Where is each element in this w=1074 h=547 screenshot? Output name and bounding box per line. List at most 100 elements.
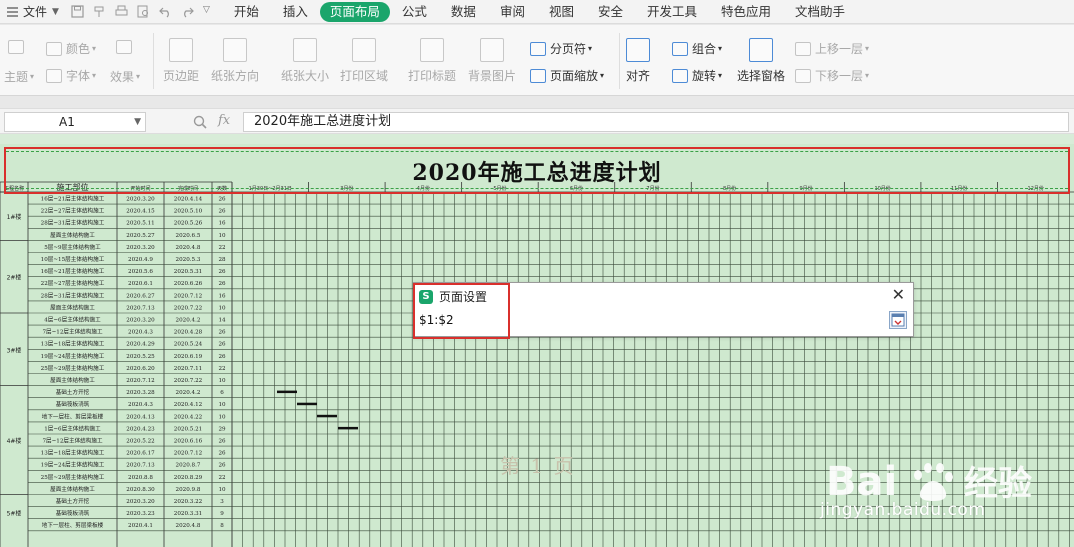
name-box[interactable]: A1 ▼ bbox=[4, 112, 146, 132]
table-cell: 2020.4.15 bbox=[126, 209, 155, 215]
table-cell: 2020.3.20 bbox=[126, 499, 155, 505]
table-cell: 2020.3.31 bbox=[174, 511, 202, 517]
background-button[interactable]: 背景图片 bbox=[468, 38, 516, 84]
print-icon[interactable] bbox=[115, 5, 128, 18]
tab-features[interactable]: 特色应用 bbox=[709, 2, 783, 22]
file-menu-button[interactable]: 文件 ▼ bbox=[0, 0, 65, 24]
selection-pane-button[interactable]: 选择窗格 bbox=[737, 38, 785, 84]
tab-insert[interactable]: 插入 bbox=[271, 2, 320, 22]
table-cell: 2020.6.16 bbox=[174, 439, 203, 445]
table-cell: 2020.4.22 bbox=[174, 414, 203, 420]
table-cell: 地下一层柱、剪层梁板楼 bbox=[42, 521, 104, 529]
page-zoom-icon bbox=[530, 68, 546, 83]
table-cell: 2020.3.20 bbox=[126, 245, 155, 251]
table-cell: 26 bbox=[218, 281, 226, 287]
tab-review[interactable]: 审阅 bbox=[488, 2, 537, 22]
group-button[interactable]: 组合 ▾ bbox=[672, 40, 722, 57]
font-button[interactable]: 字体 ▾ bbox=[46, 67, 96, 84]
chevron-down-icon: ▼ bbox=[52, 6, 59, 17]
rotate-button[interactable]: 旋转 ▾ bbox=[672, 67, 722, 84]
align-icon bbox=[626, 38, 650, 62]
table-cell: 2020.6.27 bbox=[126, 293, 155, 299]
table-cell: 2020.4.9 bbox=[128, 257, 153, 263]
table-cell: 28层~31层主体结构施工 bbox=[41, 291, 105, 299]
effect-button[interactable]: 效果 ▾ bbox=[110, 68, 140, 85]
table-cell: 2020.4.23 bbox=[126, 426, 155, 432]
title-highlight-box: 2020年施工总进度计划 bbox=[4, 147, 1070, 194]
color-button[interactable]: 颜色 ▾ bbox=[46, 40, 96, 57]
table-cell: 2020.8.8 bbox=[128, 475, 153, 481]
effect-icon bbox=[116, 40, 132, 54]
theme-label-button[interactable]: 主题 ▾ bbox=[4, 68, 34, 85]
send-backward-button[interactable]: 下移一层 ▾ bbox=[795, 67, 869, 84]
table-cell: 基础筏板浇筑 bbox=[56, 509, 90, 517]
effect-icon-button[interactable] bbox=[116, 40, 136, 54]
orientation-button[interactable]: 纸张方向 bbox=[211, 38, 259, 84]
table-cell: 2020.4.28 bbox=[174, 330, 203, 336]
table-cell: 2020.4.14 bbox=[174, 197, 203, 203]
theme-button[interactable] bbox=[8, 40, 28, 54]
table-cell: 26 bbox=[218, 342, 226, 348]
menu-icon bbox=[7, 6, 18, 17]
group-label: 3#楼 bbox=[7, 346, 22, 354]
palette-icon bbox=[46, 41, 62, 56]
table-cell: 28 bbox=[218, 257, 226, 263]
table-cell: 19层~24层主体结构施工 bbox=[41, 461, 105, 469]
page-zoom-button[interactable]: 页面缩放 ▾ bbox=[530, 67, 604, 84]
undo-icon[interactable] bbox=[159, 5, 172, 18]
tab-data[interactable]: 数据 bbox=[439, 2, 488, 22]
customize-toolbar-icon[interactable]: ▽ bbox=[203, 5, 210, 18]
ribbon-tabs: 开始 插入 页面布局 公式 数据 审阅 视图 安全 开发工具 特色应用 文档助手 bbox=[222, 0, 857, 24]
tab-view[interactable]: 视图 bbox=[537, 2, 586, 22]
formula-input[interactable]: 2020年施工总进度计划 bbox=[243, 112, 1069, 132]
table-cell: 10 bbox=[218, 402, 226, 408]
page-zoom-label: 页面缩放 bbox=[550, 69, 599, 83]
close-icon[interactable]: ✕ bbox=[892, 285, 905, 305]
table-cell: 2020.4.1 bbox=[128, 523, 153, 529]
dialog-highlight-box bbox=[413, 283, 510, 339]
fx-icon[interactable]: fx bbox=[218, 113, 230, 128]
table-cell: 2020.5.22 bbox=[126, 439, 155, 445]
table-cell: 2020.5.10 bbox=[174, 209, 203, 215]
page-break-button[interactable]: 分页符 ▾ bbox=[530, 40, 592, 57]
tab-page-layout[interactable]: 页面布局 bbox=[319, 1, 390, 22]
effect-label: 效果 bbox=[110, 70, 135, 84]
paper-size-icon bbox=[293, 38, 317, 62]
table-cell: 2020.8.7 bbox=[176, 463, 201, 469]
margins-button[interactable]: 页边距 bbox=[163, 38, 199, 84]
tab-doc-assistant[interactable]: 文档助手 bbox=[783, 2, 857, 22]
table-cell: 2020.4.8 bbox=[176, 245, 201, 251]
gantt-bar bbox=[317, 414, 337, 418]
print-preview-icon[interactable] bbox=[137, 5, 150, 18]
format-painter-icon[interactable] bbox=[93, 5, 106, 18]
print-area-button[interactable]: 打印区域 bbox=[340, 38, 388, 84]
paper-size-button[interactable]: 纸张大小 bbox=[281, 38, 329, 84]
tab-developer[interactable]: 开发工具 bbox=[635, 2, 709, 22]
page-break-label: 分页符 bbox=[550, 42, 587, 56]
chevron-down-icon[interactable]: ▼ bbox=[134, 113, 141, 131]
tab-security[interactable]: 安全 bbox=[586, 2, 635, 22]
table-cell: 屋面主体结构施工 bbox=[50, 485, 95, 493]
table-cell: 22层~27层主体结构施工 bbox=[41, 207, 105, 215]
zoom-icon[interactable] bbox=[192, 114, 208, 130]
table-cell: 26 bbox=[218, 269, 226, 275]
redo-icon[interactable] bbox=[181, 5, 194, 18]
table-cell: 2020.5.3 bbox=[176, 257, 201, 263]
table-cell: 1层~6层主体结构施工 bbox=[44, 424, 101, 432]
table-cell: 5层~9层主体结构施工 bbox=[44, 243, 101, 251]
table-cell: 26 bbox=[218, 330, 226, 336]
print-titles-button[interactable]: 打印标题 bbox=[408, 38, 456, 84]
bring-forward-icon bbox=[795, 41, 811, 56]
table-cell: 10 bbox=[218, 305, 226, 311]
table-cell: 2020.5.21 bbox=[174, 426, 202, 432]
save-icon[interactable] bbox=[71, 5, 84, 18]
tab-formulas[interactable]: 公式 bbox=[390, 2, 439, 22]
table-cell: 2020.6.20 bbox=[126, 366, 155, 372]
align-button[interactable]: 对齐 bbox=[626, 38, 650, 84]
expand-dialog-icon bbox=[891, 313, 905, 327]
expand-dialog-button[interactable] bbox=[889, 311, 907, 329]
gantt-bar bbox=[297, 402, 317, 406]
bring-forward-button[interactable]: 上移一层 ▾ bbox=[795, 40, 869, 57]
tab-home[interactable]: 开始 bbox=[222, 2, 271, 22]
page-number-watermark: 第 1 页 bbox=[500, 454, 576, 478]
